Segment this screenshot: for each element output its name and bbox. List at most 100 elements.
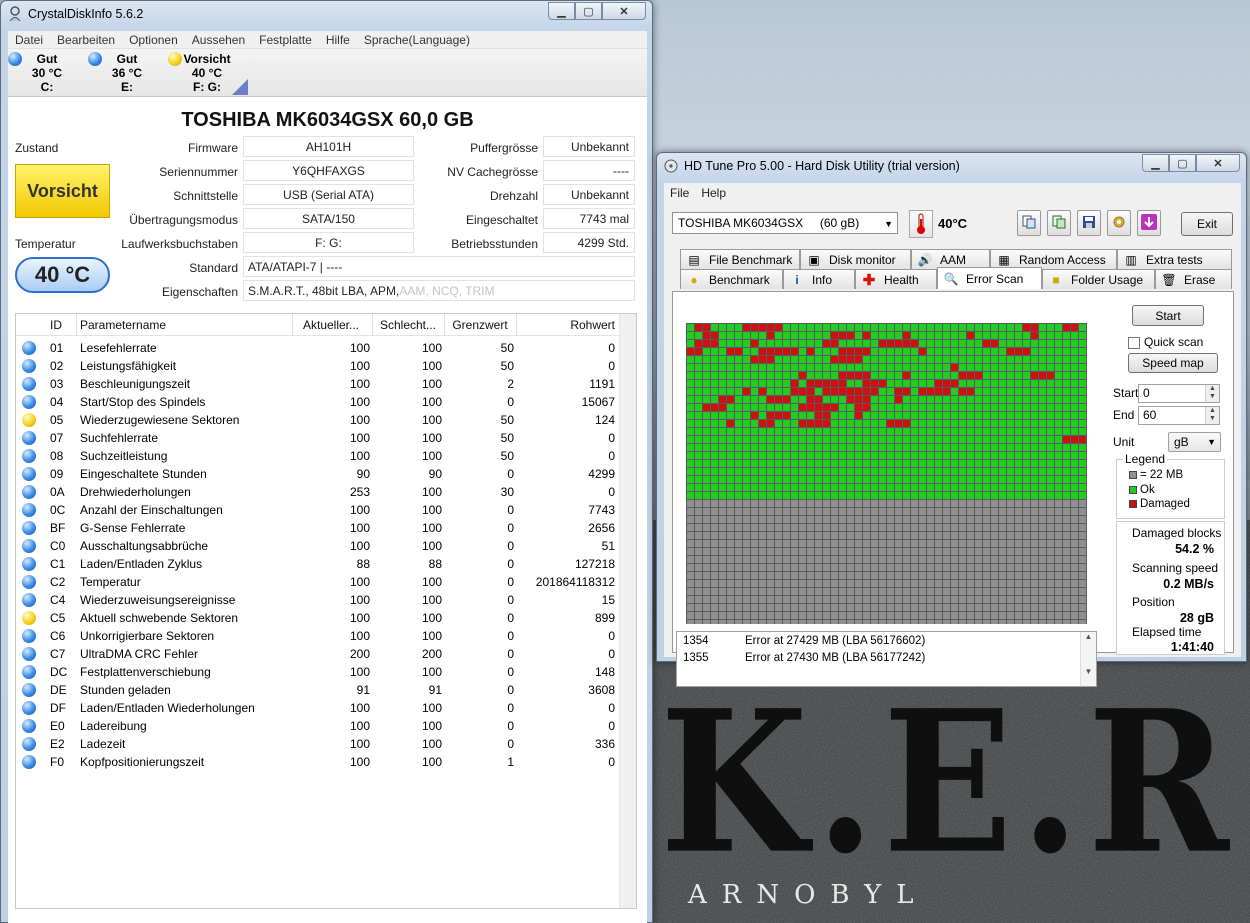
attr-threshold: 0 [507,647,514,661]
start-input[interactable]: 0 ▲ ▼ [1138,384,1220,403]
smart-table-scrollbar[interactable] [619,314,636,908]
block-damaged [975,372,982,379]
tab-extra-tests[interactable]: ▥ Extra tests [1117,249,1232,269]
smart-row[interactable]: C6 Unkorrigierbare Sektoren 100 100 0 0 [16,627,621,645]
tab-disk-monitor[interactable]: ▣ Disk monitor [800,249,911,269]
col-current-header[interactable]: Aktueller... [292,314,370,336]
maximize-button[interactable]: ▢ [1169,154,1196,172]
smart-row[interactable]: C4 Wiederzuweisungsereignisse 100 100 0 15 [16,591,621,609]
speed-map-button[interactable]: Speed map [1128,353,1218,373]
close-button[interactable]: ✕ [602,2,646,20]
block-ok [783,404,790,411]
column-divider[interactable] [76,314,77,336]
menu-help[interactable]: Help [695,186,732,200]
column-divider[interactable] [372,314,373,336]
block-ok [831,476,838,483]
tab-error-scan[interactable]: 🔍 Error Scan [937,267,1042,289]
block-unscanned [735,612,742,619]
block-unscanned [711,548,718,555]
save-screenshot-button[interactable] [1077,210,1101,236]
spin-arrows-icon[interactable]: ▲ ▼ [1205,385,1219,402]
scan-start-button[interactable]: Start [1132,305,1204,326]
drive-select[interactable]: TOSHIBA MK6034GSX (60 gB) ▼ [672,212,898,234]
tab-benchmark[interactable]: ● Benchmark [680,269,783,289]
minimize-button[interactable]: ▁ [548,2,575,20]
menu-optionen[interactable]: Optionen [122,33,185,47]
drive-chip-c[interactable]: Gut 30 °C C: [8,52,84,94]
quick-scan-checkbox[interactable]: Quick scan [1128,335,1203,349]
block-ok [1039,468,1046,475]
smart-row[interactable]: 07 Suchfehlerrate 100 100 50 0 [16,429,621,447]
smart-row[interactable]: C1 Laden/Entladen Zyklus 88 88 0 127218 [16,555,621,573]
copy-all-button[interactable] [1047,210,1071,236]
maximize-button[interactable]: ▢ [575,2,602,20]
close-icon: ✕ [1213,157,1223,170]
block-ok [815,340,822,347]
smart-row[interactable]: 08 Suchzeitleistung 100 100 50 0 [16,447,621,465]
error-log-list[interactable]: 1354 Error at 27429 MB (LBA 56176602) 13… [676,631,1097,687]
smart-row[interactable]: 01 Lesefehlerrate 100 100 50 0 [16,339,621,357]
block-ok [895,364,902,371]
col-threshold-header[interactable]: Grenzwert [446,314,514,336]
menu-datei[interactable]: Datei [8,33,50,47]
tab-erase[interactable]: 🗑 Erase [1155,269,1232,289]
smart-row[interactable]: BF G-Sense Fehlerrate 100 100 0 2656 [16,519,621,537]
menu-aussehen[interactable]: Aussehen [185,33,252,47]
menu-bearbeiten[interactable]: Bearbeiten [50,33,122,47]
download-button[interactable] [1137,210,1161,236]
menu-file[interactable]: File [664,186,695,200]
smart-row[interactable]: 09 Eingeschaltete Stunden 90 90 0 4299 [16,465,621,483]
tab-folder-usage[interactable]: ■ Folder Usage [1042,269,1155,289]
end-input[interactable]: 60 ▲ ▼ [1138,406,1220,425]
scroll-down-icon[interactable]: ▼ [1081,667,1096,676]
copy-info-button[interactable] [1017,210,1041,236]
smart-row[interactable]: 02 Leistungsfähigkeit 100 100 50 0 [16,357,621,375]
smart-row[interactable]: DF Laden/Entladen Wiederholungen 100 100 0 0 [16,699,621,717]
smart-row[interactable]: 0C Anzahl der Einschaltungen 100 100 0 7743 [16,501,621,519]
drive-chip-e[interactable]: Gut 36 °C E: [88,52,164,94]
exit-button[interactable]: Exit [1181,212,1233,236]
col-worst-header[interactable]: Schlecht... [374,314,442,336]
smart-row[interactable]: F0 Kopfpositionierungszeit 100 100 1 0 [16,753,621,771]
column-divider[interactable] [444,314,445,336]
spin-arrows-icon[interactable]: ▲ ▼ [1205,407,1219,424]
smart-row[interactable]: 05 Wiederzugewiesene Sektoren 100 100 50 124 [16,411,621,429]
smart-row[interactable]: 03 Beschleunigungszeit 100 100 2 1191 [16,375,621,393]
attr-id: 05 [50,413,64,427]
smart-row[interactable]: C5 Aktuell schwebende Sektoren 100 100 0 899 [16,609,621,627]
smart-row[interactable]: 04 Start/Stop des Spindels 100 100 0 15067 [16,393,621,411]
menu-festplatte[interactable]: Festplatte [252,33,319,47]
unit-select[interactable]: gB ▼ [1168,432,1221,452]
block-ok [727,492,734,499]
block-unscanned [1023,516,1030,523]
legend-block-text: = 22 MB [1140,469,1184,481]
smart-row[interactable]: E0 Ladereibung 100 100 0 0 [16,717,621,735]
block-unscanned [751,580,758,587]
close-button[interactable]: ✕ [1196,154,1240,172]
block-ok [735,412,742,419]
smart-row[interactable]: C7 UltraDMA CRC Fehler 200 200 0 0 [16,645,621,663]
col-name-header[interactable]: Parametername [80,314,290,336]
tab-info[interactable]: i Info [783,269,855,289]
scroll-up-icon[interactable]: ▲ [1081,632,1096,641]
smart-row[interactable]: E2 Ladezeit 100 100 0 336 [16,735,621,753]
smart-row[interactable]: C0 Ausschaltungsabbrüche 100 100 0 51 [16,537,621,555]
smart-row[interactable]: 0A Drehwiederholungen 253 100 30 0 [16,483,621,501]
tab-file-benchmark[interactable]: ▤ File Benchmark [680,249,800,269]
smart-row[interactable]: DE Stunden geladen 91 91 0 3608 [16,681,621,699]
menu-sprache-language[interactable]: Sprache(Language) [357,33,477,47]
minimize-button[interactable]: ▁ [1142,154,1169,172]
smart-row[interactable]: C2 Temperatur 100 100 0 201864118312 [16,573,621,591]
smart-row[interactable]: DC Festplattenverschiebung 100 100 0 148 [16,663,621,681]
tab-label: Folder Usage [1071,272,1144,287]
log-scrollbar[interactable]: ▲ ▼ [1080,632,1096,686]
menu-hilfe[interactable]: Hilfe [319,33,357,47]
tab-aam[interactable]: 🔊 AAM [911,249,990,269]
options-button[interactable] [1107,210,1131,236]
column-divider[interactable] [516,314,517,336]
health-status-badge[interactable]: Vorsicht [15,164,110,218]
col-raw-header[interactable]: Rohwert [518,314,615,336]
tab-health[interactable]: ✚ Health [855,269,937,289]
tab-random-access[interactable]: ▦ Random Access [990,249,1117,269]
block-unscanned [727,556,734,563]
